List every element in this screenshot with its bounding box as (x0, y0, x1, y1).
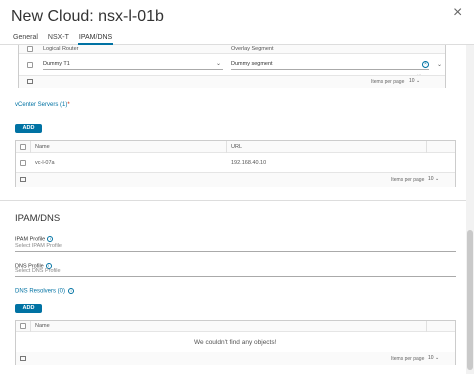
dns-profile-select[interactable]: Select DNS Profile (15, 268, 456, 277)
info-icon[interactable]: i (47, 236, 54, 242)
items-per-page-select[interactable]: 10 ⌄ (409, 78, 420, 84)
row-checkbox[interactable] (20, 160, 26, 166)
chevron-down-icon[interactable]: ⌄ (437, 61, 442, 68)
items-per-page-label: Items per page (371, 79, 405, 85)
items-per-page-select[interactable]: 10 ⌄ (428, 176, 439, 182)
column-toggle-icon[interactable] (20, 177, 26, 182)
close-icon[interactable]: × (453, 4, 462, 22)
vcenter-grid-footer: Items per page 10 ⌄ (16, 173, 455, 187)
clear-icon[interactable]: × (422, 61, 429, 68)
overlay-segment-select[interactable]: Dummy segment × (231, 61, 429, 70)
items-per-page-label: Items per page (391, 177, 425, 183)
tab-general[interactable]: General (13, 34, 38, 45)
column-toggle-icon[interactable] (20, 356, 26, 361)
dns-resolvers-title: DNS Resolvers (0) i (15, 288, 75, 295)
info-icon[interactable]: i (68, 288, 75, 294)
section-divider (0, 200, 466, 201)
vcenter-grid-header: Name URL (16, 141, 455, 153)
add-dns-resolver-button[interactable]: ADD (15, 304, 42, 313)
vcenter-grid: Name URL vc-l-07a 192.168.40.10 Items pe… (15, 140, 456, 187)
column-name: Name (35, 144, 50, 150)
row-checkbox[interactable] (27, 62, 33, 68)
add-vcenter-button[interactable]: ADD (15, 124, 42, 133)
modal-title: New Cloud: nsx-l-01b (11, 8, 164, 25)
segments-grid: Logical Router Overlay Segment Dummy T1 … (18, 45, 446, 88)
ipam-dns-heading: IPAM/DNS (15, 213, 61, 224)
vcenter-url: 192.168.40.10 (231, 160, 267, 166)
column-logical-router: Logical Router (43, 46, 79, 52)
select-all-checkbox[interactable] (20, 144, 26, 150)
chevron-down-icon: ⌄ (215, 61, 221, 67)
tab-nsx-t[interactable]: NSX-T (48, 34, 69, 45)
modal-header: New Cloud: nsx-l-01b × General NSX-T IPA… (0, 0, 474, 45)
logical-router-select[interactable]: Dummy T1 ⌄ (43, 61, 223, 70)
segments-grid-footer: Items per page 10 ⌄ (19, 76, 445, 88)
column-overlay-segment: Overlay Segment (231, 46, 274, 52)
select-all-checkbox[interactable] (27, 46, 33, 52)
tab-bar: General NSX-T IPAM/DNS (13, 34, 122, 45)
column-toggle-icon[interactable] (27, 79, 33, 84)
column-name: Name (35, 323, 50, 329)
modal-body[interactable]: Logical Router Overlay Segment Dummy T1 … (0, 45, 466, 374)
items-per-page-label: Items per page (391, 356, 425, 362)
tab-ipam-dns[interactable]: IPAM/DNS (77, 34, 114, 45)
scrollbar-thumb[interactable] (467, 230, 473, 370)
ipam-profile-select[interactable]: Select IPAM Profile (15, 243, 456, 252)
segments-grid-header: Logical Router Overlay Segment (19, 45, 445, 54)
items-per-page-select[interactable]: 10 ⌄ (428, 355, 439, 361)
empty-state-message: We couldn't find any objects! (194, 339, 277, 346)
column-url: URL (231, 144, 243, 150)
table-row: Dummy T1 ⌄ Dummy segment × ⌄ ⋯ (19, 54, 445, 77)
logical-router-value: Dummy T1 (43, 61, 70, 67)
vcenter-name: vc-l-07a (35, 160, 55, 166)
dns-resolvers-grid: Name We couldn't find any objects! Items… (15, 320, 456, 365)
vcenter-servers-title: vCenter Servers (1)* (15, 102, 70, 108)
select-all-checkbox[interactable] (20, 323, 26, 329)
table-row[interactable]: vc-l-07a 192.168.40.10 (16, 153, 455, 173)
dns-resolvers-grid-header: Name (16, 321, 455, 332)
ipam-profile-label: IPAM Profile i (15, 236, 54, 242)
dns-resolvers-grid-footer: Items per page 10 ⌄ (16, 352, 455, 365)
overlay-segment-value: Dummy segment (231, 61, 273, 67)
